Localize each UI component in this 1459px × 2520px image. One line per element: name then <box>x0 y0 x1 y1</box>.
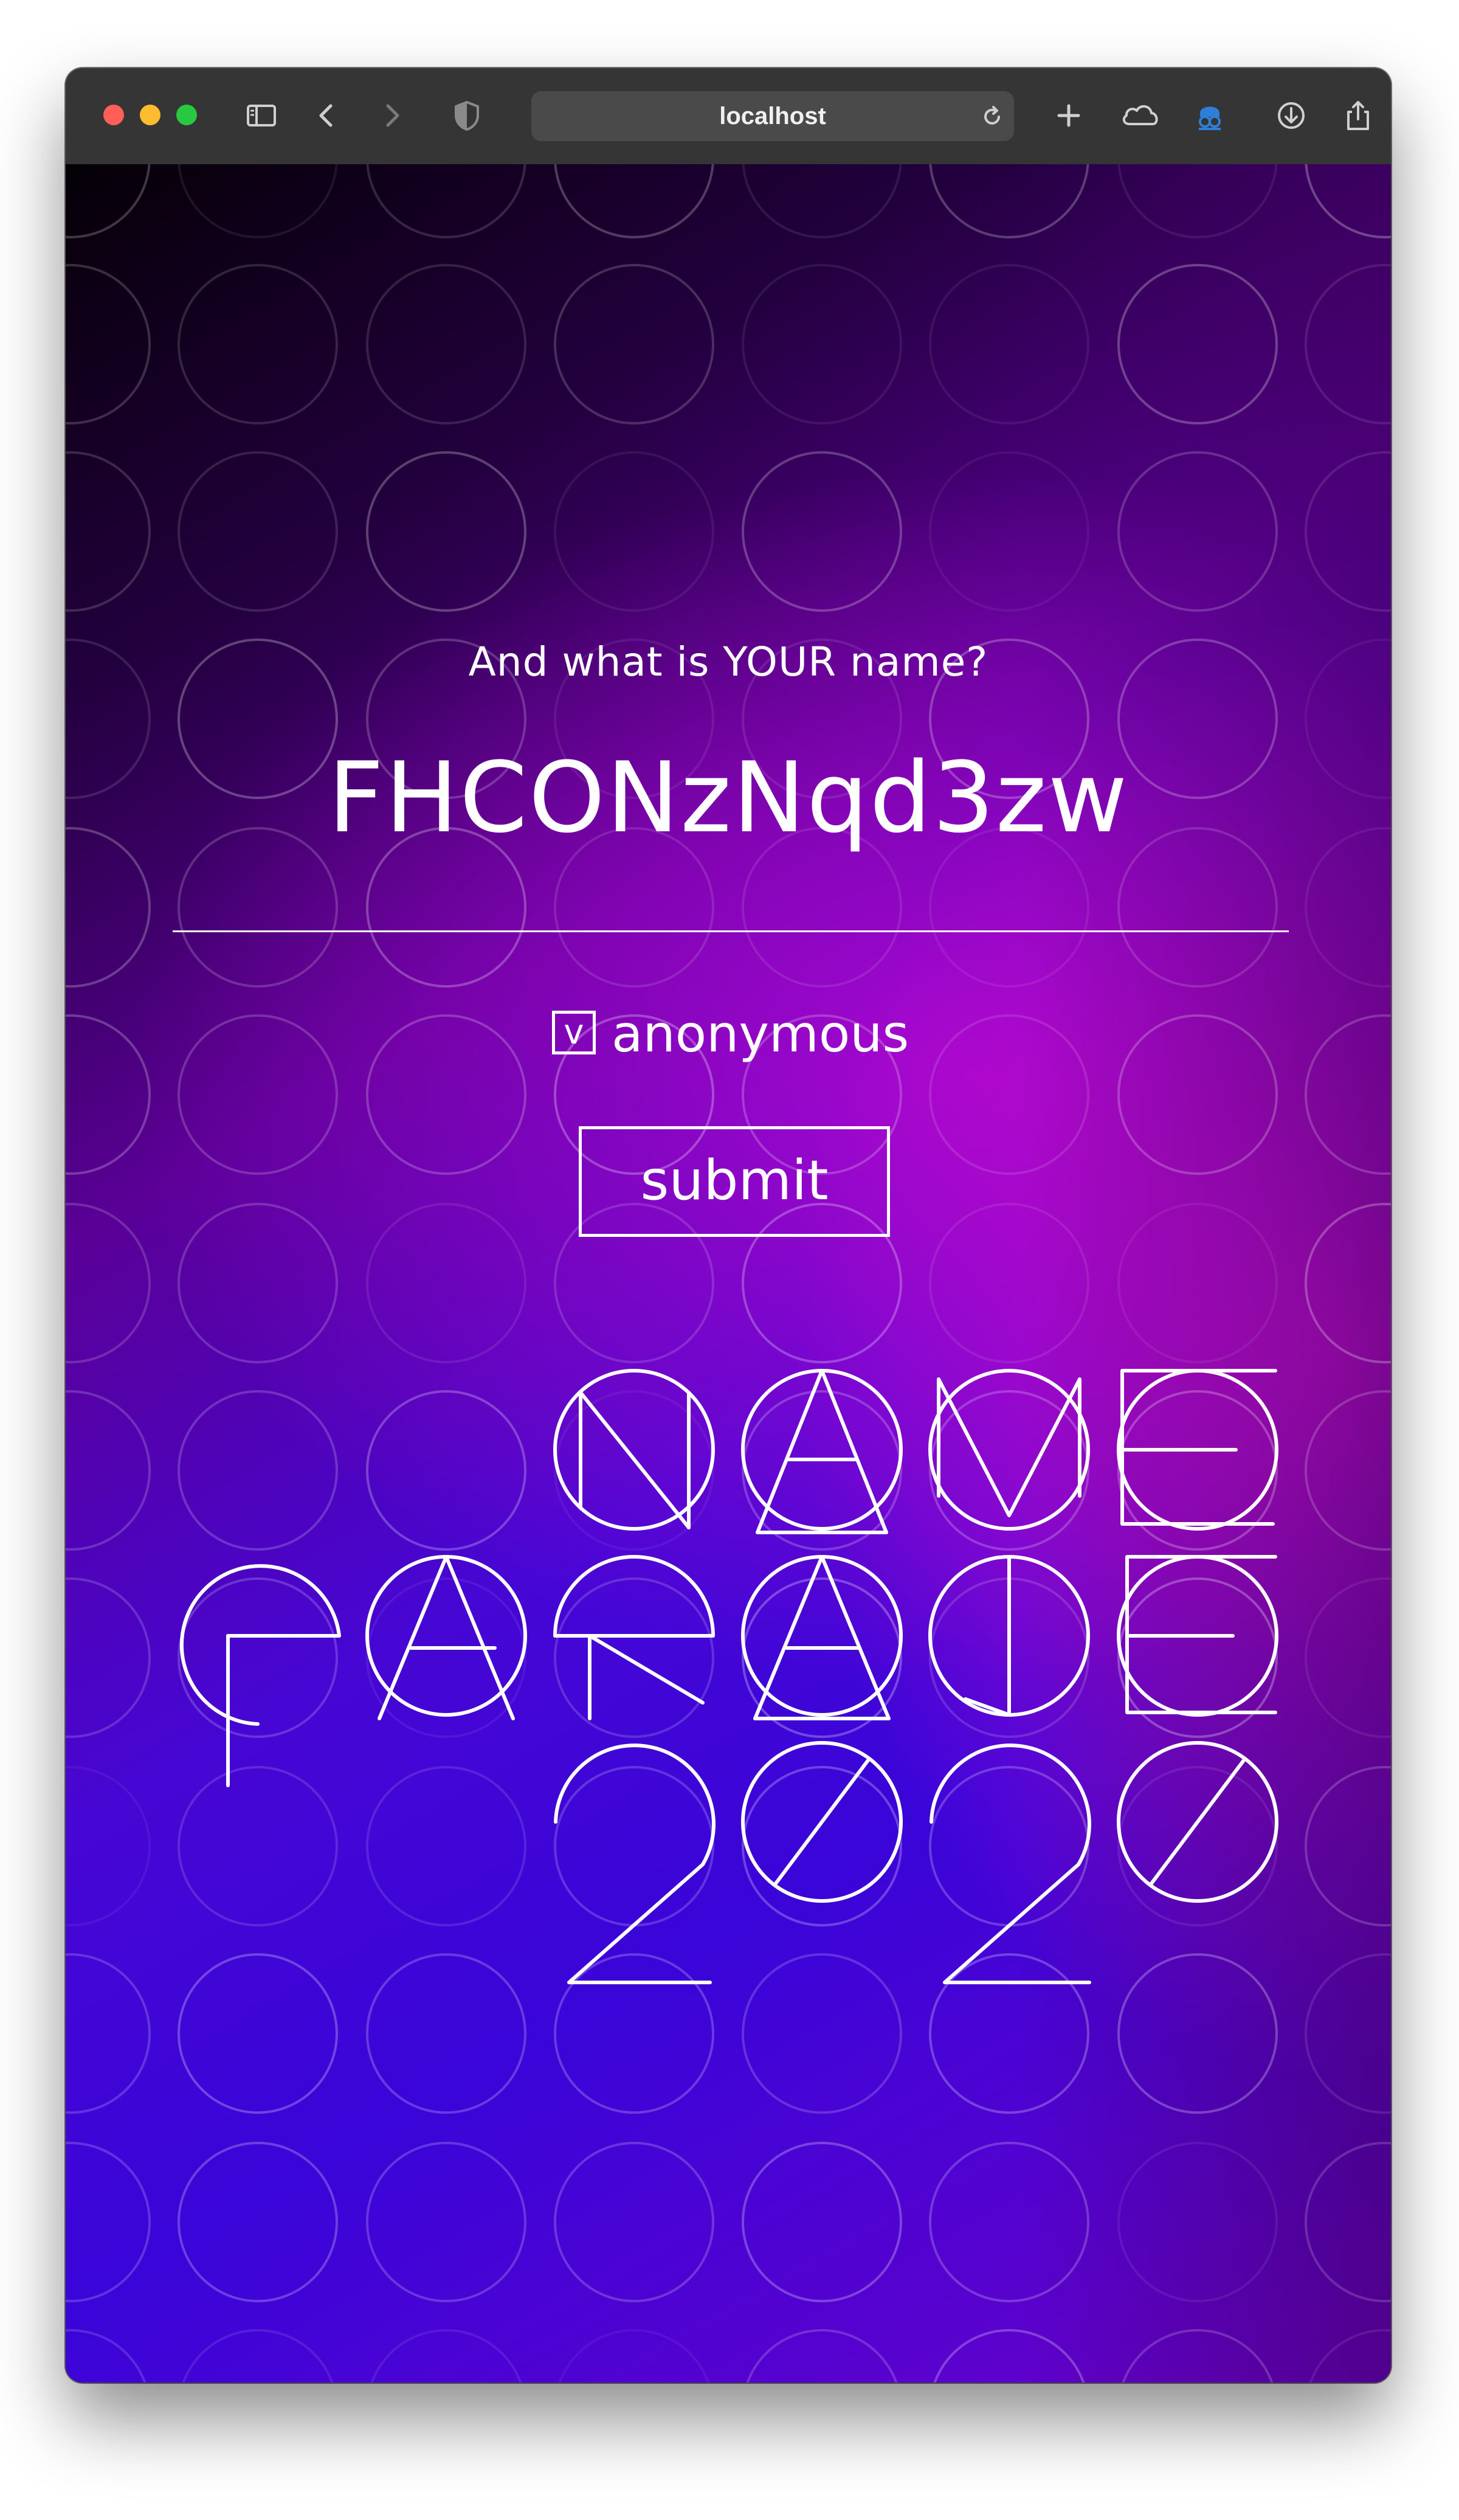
logo-letter-a-3 <box>741 1555 903 1720</box>
logo-letter-e-2 <box>1117 1555 1278 1717</box>
logo-letter-e <box>1117 1369 1278 1531</box>
logo-letter-d <box>928 1555 1090 1717</box>
sidebar-icon[interactable] <box>243 97 280 134</box>
logo-letter-r <box>553 1555 715 1720</box>
forward-icon[interactable] <box>373 97 410 134</box>
minimize-window-button[interactable] <box>140 105 160 125</box>
cloud-icon[interactable] <box>1117 97 1166 134</box>
name-parade-2020-logo <box>179 1369 1278 1984</box>
download-icon[interactable] <box>1273 97 1309 134</box>
browser-window: localhost And what is YOUR name? FHCONzN… <box>66 68 1391 2383</box>
browser-toolbar: localhost <box>66 68 1391 165</box>
reload-icon[interactable] <box>979 103 1005 130</box>
logo-digit-0 <box>741 1741 903 1903</box>
logo-letter-p <box>179 1564 341 1787</box>
new-tab-icon[interactable] <box>1050 97 1087 134</box>
zoom-window-button[interactable] <box>176 105 197 125</box>
logo-letter-a <box>741 1369 903 1534</box>
logo-digit-2 <box>554 1743 716 1984</box>
logo-digit-2-b <box>930 1743 1091 1984</box>
logo-letter-n <box>553 1369 715 1531</box>
close-window-button[interactable] <box>103 105 124 125</box>
logo-letter-m <box>928 1369 1090 1531</box>
url-text: localhost <box>719 103 826 130</box>
logo-digit-0-b <box>1117 1741 1278 1903</box>
shield-icon[interactable] <box>449 97 485 134</box>
extension-icon[interactable] <box>1192 97 1228 134</box>
back-icon[interactable] <box>309 97 345 134</box>
share-icon[interactable] <box>1340 97 1376 134</box>
logo-letter-a-2 <box>365 1555 527 1720</box>
address-bar[interactable]: localhost <box>531 91 1014 141</box>
page-content: And what is YOUR name? FHCONzNqd3zw v an… <box>66 164 1391 2383</box>
